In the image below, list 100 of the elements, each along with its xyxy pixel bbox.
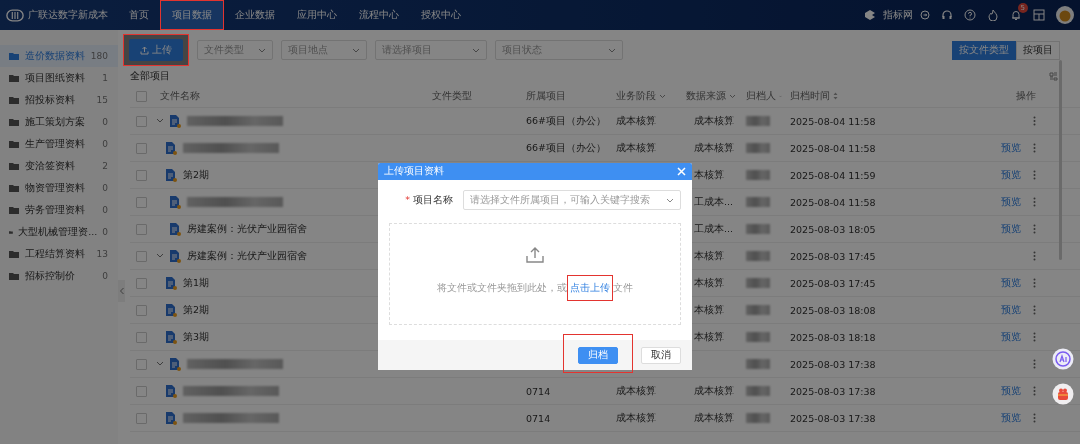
project-cell: 0714 <box>526 412 551 424</box>
project-cell: 0714 <box>526 385 551 397</box>
checkbox[interactable] <box>136 412 147 424</box>
preview-link[interactable]: 预览 <box>1001 141 1021 155</box>
chevron-down-icon[interactable] <box>659 93 666 99</box>
more-icon[interactable] <box>1033 197 1036 207</box>
preview-link[interactable]: 预览 <box>1001 222 1021 236</box>
arrow-circle-icon[interactable] <box>920 10 930 20</box>
nav-tab[interactable]: 项目数据 <box>161 1 223 29</box>
more-icon[interactable] <box>1033 359 1036 369</box>
more-icon[interactable] <box>1033 116 1036 126</box>
avatar[interactable] <box>1056 6 1074 24</box>
dialog-button[interactable]: 取消 <box>641 346 681 364</box>
source-cell: 本核算 <box>694 249 724 263</box>
nav-tab[interactable]: 应用中心 <box>286 1 348 29</box>
checkbox[interactable] <box>136 304 147 316</box>
sidebar-item[interactable]: 大型机械管理资... 0 <box>0 221 118 243</box>
more-icon[interactable] <box>1033 413 1036 423</box>
checkbox[interactable] <box>136 223 147 235</box>
preview-link[interactable]: 预览 <box>1001 330 1021 344</box>
caret-icon[interactable] <box>156 361 164 367</box>
sidebar-item[interactable]: 劳务管理资料 0 <box>0 199 118 221</box>
caret-icon[interactable] <box>156 253 164 259</box>
checkbox[interactable] <box>136 90 147 102</box>
preview-link[interactable]: 预览 <box>1001 168 1021 182</box>
sidebar-item[interactable]: 施工策划方案 0 <box>0 111 118 133</box>
checkbox[interactable] <box>136 277 147 289</box>
more-icon[interactable] <box>1033 305 1036 315</box>
preview-link[interactable]: 预览 <box>1001 195 1021 209</box>
document-icon <box>170 195 181 209</box>
time-cell: 2025-08-04 11:59 <box>790 169 876 181</box>
sort-icon[interactable] <box>833 92 838 100</box>
sidebar-item[interactable]: 物资管理资料 0 <box>0 177 118 199</box>
blurred-text <box>746 170 770 180</box>
sidebar-item[interactable]: 生产管理资料 0 <box>0 133 118 155</box>
sidebar-item[interactable]: 工程结算资料 13 <box>0 243 118 265</box>
document-icon <box>166 411 177 425</box>
time-cell: 2025-08-03 17:38 <box>790 358 876 370</box>
checkbox[interactable] <box>136 196 147 208</box>
sidebar-item[interactable]: 变洽签资料 2 <box>0 155 118 177</box>
blurred-text <box>746 386 770 396</box>
checkbox[interactable] <box>136 331 147 343</box>
checkbox[interactable] <box>136 142 147 154</box>
more-icon[interactable] <box>1033 332 1036 342</box>
ai-button[interactable] <box>1052 348 1074 370</box>
chevron-down-icon <box>352 47 360 53</box>
close-icon[interactable] <box>677 167 686 176</box>
time-cell: 2025-08-03 17:38 <box>790 385 876 397</box>
column-settings-icon[interactable] <box>1049 71 1058 81</box>
view-toggle[interactable]: 按文件类型 <box>952 40 1016 60</box>
dialog-button[interactable]: 归档 <box>578 346 618 364</box>
more-icon[interactable] <box>1033 170 1036 180</box>
more-icon[interactable] <box>1033 143 1036 153</box>
checkbox[interactable] <box>136 250 147 262</box>
sidebar-item[interactable]: 招标控制价 0 <box>0 265 118 287</box>
field-label: * 项目名称 <box>404 193 453 207</box>
caret-icon[interactable] <box>156 118 164 124</box>
index-link[interactable]: 指标网 <box>883 8 913 22</box>
brand-name: 广联达数字新成本 <box>28 8 108 22</box>
preview-link[interactable]: 预览 <box>1001 411 1021 425</box>
nav-tab[interactable]: 首页 <box>118 1 160 29</box>
folder-icon <box>9 95 20 105</box>
drop-zone[interactable]: 将文件或文件夹拖到此处，或 点击上传 文件 <box>389 223 681 325</box>
headset-icon[interactable] <box>941 9 953 21</box>
gift-button[interactable] <box>1052 383 1074 405</box>
stage-cell: 成本核算 <box>616 411 656 425</box>
sidebar-item[interactable]: 造价数据资料 180 <box>0 45 118 67</box>
sidebar-item[interactable]: 项目图纸资料 1 <box>0 67 118 89</box>
more-icon[interactable] <box>1033 251 1036 261</box>
stage-cell: 成本核算 <box>616 114 656 128</box>
preview-link[interactable]: 预览 <box>1001 384 1021 398</box>
nav-tab[interactable]: 企业数据 <box>224 1 286 29</box>
checkbox[interactable] <box>136 385 147 397</box>
bell-icon[interactable] <box>1010 9 1022 21</box>
chevron-left-icon[interactable] <box>118 287 125 295</box>
chevron-down-icon[interactable] <box>729 93 736 99</box>
time-cell: 2025-08-03 18:05 <box>790 223 876 235</box>
preview-link[interactable]: 预览 <box>1001 303 1021 317</box>
dialog-title: 上传项目资料 <box>384 165 444 178</box>
project-select[interactable]: 请选择文件所属项目，可输入关键字搜索 <box>463 190 681 210</box>
checkbox[interactable] <box>136 358 147 370</box>
layout-icon[interactable] <box>1033 9 1045 21</box>
sidebar-item[interactable]: 招投标资料 15 <box>0 89 118 111</box>
checkbox[interactable] <box>136 115 147 127</box>
nav-tab[interactable]: 授权中心 <box>410 1 472 29</box>
blurred-text <box>746 251 770 261</box>
view-toggle[interactable]: 按项目 <box>1016 40 1060 60</box>
upload-button[interactable]: 上传 <box>129 39 183 61</box>
flame-icon[interactable] <box>987 9 999 21</box>
collapse-handle[interactable] <box>118 280 125 302</box>
more-icon[interactable] <box>1033 278 1036 288</box>
more-icon[interactable] <box>1033 224 1036 234</box>
nav-tab[interactable]: 流程中心 <box>348 1 410 29</box>
help-icon[interactable] <box>964 9 976 21</box>
upload-link[interactable]: 点击上传 <box>570 281 610 295</box>
time-cell: 2025-08-03 17:45 <box>790 250 876 262</box>
more-icon[interactable] <box>1033 386 1036 396</box>
checkbox[interactable] <box>136 169 147 181</box>
source-cell: 成本核算 <box>694 141 734 155</box>
preview-link[interactable]: 预览 <box>1001 276 1021 290</box>
